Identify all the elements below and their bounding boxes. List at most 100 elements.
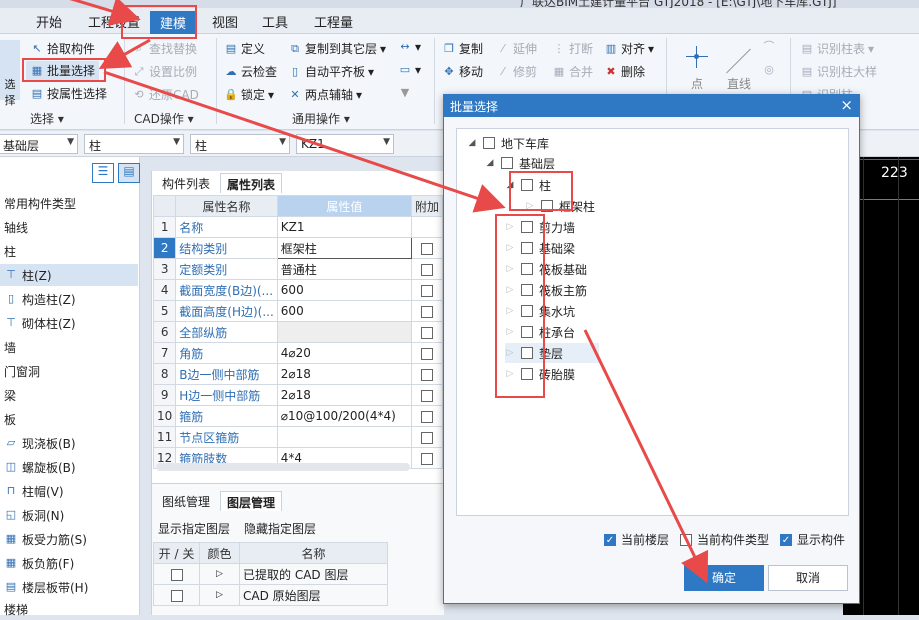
- nav-constructional-column[interactable]: ▯ 构造柱(Z): [0, 288, 138, 310]
- table-row[interactable]: ▷ 已提取的 CAD 图层: [153, 563, 388, 585]
- tree-checkbox[interactable]: [521, 263, 533, 275]
- nav-beam[interactable]: 梁: [0, 384, 138, 406]
- define-button[interactable]: ▤ 定义: [224, 40, 265, 57]
- tree-node-brick-mold[interactable]: ▷ 砖胎膜: [505, 364, 575, 384]
- line-draw-button[interactable]: [724, 44, 754, 74]
- hide-layer-link[interactable]: 隐藏指定图层: [244, 520, 316, 537]
- component-select[interactable]: KZ1 ▼: [296, 134, 394, 154]
- lock-button[interactable]: 🔒 锁定 ▾: [224, 86, 274, 103]
- extra-checkbox[interactable]: [420, 368, 433, 381]
- extend-button[interactable]: ⁄ 延伸: [496, 40, 537, 57]
- expand-icon[interactable]: ▷: [505, 369, 515, 379]
- option-show-components[interactable]: ✓ 显示构件: [780, 531, 845, 548]
- expand-icon[interactable]: ▷: [505, 285, 515, 295]
- option-checkbox[interactable]: [680, 533, 692, 546]
- tree-node-sump[interactable]: ▷ 集水坑: [505, 301, 575, 321]
- tree-node-floor[interactable]: ◢ 基础层: [485, 153, 555, 173]
- filter-icon-button[interactable]: ▼: [398, 86, 412, 100]
- nav-masonry-column[interactable]: ⊤ 砌体柱(Z): [0, 312, 138, 334]
- nav-common-types[interactable]: 常用构件类型: [0, 192, 138, 214]
- nav-slab-hole[interactable]: ◱ 板洞(N): [0, 504, 138, 526]
- expand-icon[interactable]: ▷: [505, 348, 515, 358]
- dimension-icon-button[interactable]: ↔ ▾: [398, 40, 421, 54]
- table-row[interactable]: ▷ CAD 原始图层: [153, 584, 388, 606]
- pick-component-button[interactable]: ↖ 拾取构件: [30, 40, 95, 57]
- expand-icon[interactable]: ▷: [505, 264, 515, 274]
- table-row[interactable]: 1 名称 KZ1: [152, 216, 444, 238]
- restore-cad-button[interactable]: ⟲ 还原CAD: [132, 86, 198, 103]
- component-subtype-select[interactable]: 柱 ▼: [190, 134, 290, 154]
- tree-node-root[interactable]: ◢ 地下车库: [467, 133, 549, 153]
- extra-checkbox[interactable]: [420, 263, 433, 276]
- table-row[interactable]: 10 箍筋 ⌀10@100/200(4*4): [152, 405, 444, 427]
- tree-node-cushion[interactable]: ▷ 垫层: [505, 343, 599, 363]
- select-by-property-button[interactable]: ▤ 按属性选择: [30, 85, 107, 102]
- component-type-select[interactable]: 柱 ▼: [84, 134, 184, 154]
- break-button[interactable]: ⋮ 打断: [552, 40, 594, 57]
- cancel-button[interactable]: 取消: [768, 565, 848, 591]
- table-row[interactable]: 11 节点区箍筋: [152, 426, 444, 448]
- nav-spiral-slab[interactable]: ◫ 螺旋板(B): [0, 456, 138, 478]
- checked-icon[interactable]: ✓: [604, 533, 616, 546]
- tree-checkbox[interactable]: [521, 284, 533, 296]
- tree-node-frame-column[interactable]: ▷ 框架柱: [525, 196, 595, 216]
- table-row[interactable]: 2 结构类别 框架柱: [152, 237, 444, 259]
- extra-checkbox[interactable]: [420, 242, 433, 255]
- expand-icon[interactable]: ▷: [199, 563, 240, 585]
- tree-checkbox[interactable]: [541, 200, 553, 212]
- extra-checkbox[interactable]: [420, 284, 433, 297]
- tree-node-raft-foundation[interactable]: ▷ 筏板基础: [505, 259, 587, 279]
- extra-checkbox[interactable]: [420, 410, 433, 423]
- floor-select[interactable]: 基础层 ▼: [0, 134, 78, 154]
- table-row[interactable]: 7 角筋 4⌀20: [152, 342, 444, 364]
- option-current-floor[interactable]: ✓ 当前楼层: [604, 531, 669, 548]
- menu-view[interactable]: 视图: [212, 12, 238, 31]
- nav-column-cap[interactable]: ⊓ 柱帽(V): [0, 480, 138, 502]
- ok-button[interactable]: 确定: [684, 565, 764, 591]
- nav-cast-slab[interactable]: ▱ 现浇板(B): [0, 432, 138, 454]
- trim-button[interactable]: ⁄ 修剪: [496, 63, 537, 80]
- recognize-column-table-button[interactable]: ▤ 识别柱表 ▾: [800, 40, 874, 57]
- collapse-icon[interactable]: ◢: [467, 138, 477, 148]
- tab-drawing-management[interactable]: 图纸管理: [156, 491, 216, 511]
- menu-quantities[interactable]: 工程量: [314, 12, 353, 31]
- expand-icon[interactable]: ▷: [505, 327, 515, 337]
- two-point-axis-button[interactable]: ✕ 两点辅轴 ▾: [288, 86, 362, 103]
- checked-icon[interactable]: ✓: [780, 533, 792, 546]
- collapse-icon[interactable]: ◢: [485, 158, 495, 168]
- layer-toggle[interactable]: [170, 568, 183, 581]
- merge-button[interactable]: ▦ 合并: [552, 63, 593, 80]
- list-view-icon[interactable]: ☰: [92, 163, 114, 183]
- tree-checkbox[interactable]: [521, 326, 533, 338]
- expand-icon[interactable]: ▷: [199, 584, 240, 606]
- nav-slab-negative-rebar[interactable]: ▦ 板负筋(F): [0, 552, 138, 574]
- batch-select-button[interactable]: ▦ 批量选择: [26, 61, 100, 80]
- nav-door-window[interactable]: 门窗洞: [0, 360, 138, 382]
- tree-checkbox[interactable]: [521, 347, 533, 359]
- nav-column[interactable]: ⊤ 柱(Z): [0, 264, 138, 286]
- table-row[interactable]: 9 H边一侧中部筋 2⌀18: [152, 384, 444, 406]
- table-row[interactable]: 4 截面宽度(B边)(... 600: [152, 279, 444, 301]
- tab-property-list[interactable]: 属性列表: [220, 173, 283, 193]
- tab-layer-management[interactable]: 图层管理: [220, 491, 283, 511]
- layer-toggle[interactable]: [170, 589, 183, 602]
- tree-checkbox[interactable]: [521, 179, 533, 191]
- card-view-icon[interactable]: ▤: [118, 163, 140, 183]
- auto-align-slab-button[interactable]: ▯ 自动平齐板 ▾: [288, 63, 374, 80]
- extra-checkbox[interactable]: [420, 452, 433, 465]
- copy-to-other-floor-button[interactable]: ⧉ 复制到其它层 ▾: [288, 40, 386, 57]
- find-replace-button[interactable]: ⌕ 查找替换: [132, 40, 197, 57]
- circle-icon-button[interactable]: ◎: [762, 63, 776, 77]
- tab-component-list[interactable]: 构件列表: [156, 173, 216, 193]
- tree-node-column[interactable]: ◢ 柱: [505, 175, 551, 195]
- expand-icon[interactable]: ▷: [505, 222, 515, 232]
- expand-icon[interactable]: ▷: [525, 201, 535, 211]
- nav-slab[interactable]: 板: [0, 408, 138, 430]
- copy-button[interactable]: ❐ 复制: [442, 40, 483, 57]
- option-current-type[interactable]: 当前构件类型: [680, 531, 769, 548]
- cloud-check-button[interactable]: ☁ 云检查: [224, 63, 278, 80]
- table-row[interactable]: 5 截面高度(H边)(... 600: [152, 300, 444, 322]
- menu-start[interactable]: 开始: [36, 12, 62, 31]
- align-button[interactable]: ▥ 对齐 ▾: [604, 40, 654, 57]
- extra-checkbox[interactable]: [420, 326, 433, 339]
